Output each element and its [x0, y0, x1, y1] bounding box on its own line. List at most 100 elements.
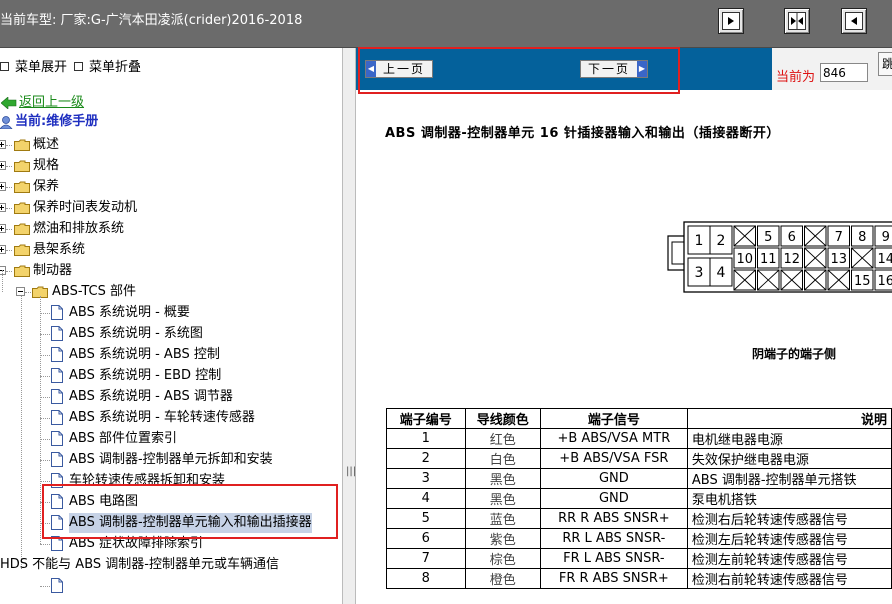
navigation-pane: 菜单展开 菜单折叠 返回上一级 当前:维修手册 概述 规格 保养 保养时间表发动…	[0, 48, 342, 604]
document-icon	[51, 578, 63, 593]
prev-page-button[interactable]: ◀ 上一页	[365, 60, 433, 78]
tree-document-row[interactable]: ABS 电路图	[0, 492, 342, 512]
table-cell: 7	[386, 548, 466, 569]
table-cell: RR L ABS SNSR-	[539, 528, 688, 549]
menu-bar: 菜单展开 菜单折叠	[0, 54, 342, 75]
connector-pin	[851, 247, 874, 269]
arrow-right-icon: ▶	[637, 61, 647, 77]
connector-pin: 7	[827, 225, 850, 247]
table-row: 2 白色 +B ABS/VSA FSR 失效保护继电器电源	[386, 448, 892, 469]
connector-caption: 阴端子的端子侧	[752, 347, 837, 361]
document-icon	[51, 305, 63, 320]
menu-expand-button[interactable]: 菜单展开	[0, 56, 67, 75]
tree-document-row[interactable]: ABS 部件位置索引	[0, 429, 342, 449]
tree-back-row[interactable]: 返回上一级	[0, 93, 342, 113]
svg-text:5: 5	[764, 230, 772, 245]
table-cell: 黑色	[464, 488, 541, 509]
tree-document-row[interactable]: ABS 系统说明 - 车轮转速传感器	[0, 408, 342, 428]
table-cell: GND	[539, 488, 688, 509]
tree-folder-row[interactable]: 保养时间表发动机	[0, 198, 342, 218]
pane-left-icon	[722, 12, 740, 30]
square-icon	[0, 62, 9, 71]
pane-right-icon	[845, 12, 863, 30]
document-icon	[51, 410, 63, 425]
go-page-button[interactable]: 跳	[878, 52, 892, 76]
layout-split-button[interactable]	[784, 8, 810, 34]
tree-document-row[interactable]: ABS 调制器-控制器单元拆卸和安装	[0, 450, 342, 470]
menu-collapse-button[interactable]: 菜单折叠	[74, 56, 141, 75]
svg-text:15: 15	[854, 274, 871, 289]
tree-document-row[interactable]	[0, 576, 342, 596]
svg-text:11: 11	[760, 252, 777, 267]
tree-subfolder-row[interactable]: ABS-TCS 部件	[0, 270, 342, 302]
tree-document-label: ABS 系统说明 - EBD 控制	[69, 368, 222, 383]
connector-pin: 3	[687, 257, 711, 287]
svg-text:4: 4	[717, 265, 726, 281]
tree-document-row[interactable]: ABS 系统说明 - ABS 调节器	[0, 387, 342, 407]
tree-document-label-selected: ABS 调制器-控制器单元输入和输出插接器	[69, 513, 312, 533]
tree-subfolder-label: ABS-TCS 部件	[52, 284, 136, 299]
tree-folder-row[interactable]: 规格	[0, 156, 342, 176]
current-page-label: 当前为	[776, 70, 816, 85]
next-page-button[interactable]: 下一页 ▶	[580, 60, 648, 78]
table-header-cell: 说明	[686, 408, 892, 429]
svg-text:12: 12	[783, 252, 800, 267]
back-link[interactable]: 返回上一级	[19, 93, 84, 113]
tree-document-row[interactable]: ABS 调制器-控制器单元输入和输出插接器	[0, 513, 342, 533]
connector-pin: 15	[851, 269, 874, 291]
tree-document-row[interactable]: ABS 系统说明 - 系统图	[0, 324, 342, 344]
layout-left-button[interactable]	[718, 8, 744, 34]
tree-folder-row[interactable]: 燃油和排放系统	[0, 219, 342, 239]
table-cell: 失效保护继电器电源	[686, 448, 892, 469]
table-cell: 8	[386, 568, 466, 589]
table-row: 3 黑色 GND ABS 调制器-控制器单元搭铁	[386, 468, 892, 489]
tree-document-row[interactable]: ABS 系统说明 - 概要	[0, 303, 342, 323]
tree-folder-row[interactable]: HDS 不能与 ABS 调制器-控制器单元或车辆通信	[0, 555, 342, 575]
svg-text:14: 14	[877, 252, 892, 267]
tree-document-row[interactable]: ABS 症状故障排除索引	[0, 534, 342, 554]
tree-document-label: ABS 症状故障排除索引	[69, 536, 203, 551]
tree-folder-row[interactable]: 制动器	[0, 261, 342, 281]
document-icon	[51, 347, 63, 362]
tree-document-row[interactable]: ABS 系统说明 - EBD 控制	[0, 366, 342, 386]
table-cell: 蓝色	[464, 508, 541, 529]
table-cell: 棕色	[464, 548, 541, 569]
table-header-cell: 端子信号	[539, 408, 688, 429]
user-manual-icon	[0, 116, 13, 129]
title-bar: 当前车型: 厂家:G-广汽本田凌派(crider)2016-2018	[0, 0, 892, 48]
tree-document-label: ABS 调制器-控制器单元拆卸和安装	[69, 452, 273, 467]
document-pane: ◀ 上一页 下一页 ▶ 当前为 跳 ABS 调制器-控制器单元 16 针插接器输…	[356, 48, 892, 604]
svg-text:16: 16	[877, 274, 892, 289]
current-page-input[interactable]	[820, 63, 868, 82]
tree-document-label: ABS 系统说明 - ABS 调节器	[69, 389, 233, 404]
connector-pin	[733, 269, 756, 291]
document-icon	[51, 473, 63, 488]
table-cell: 2	[386, 448, 466, 469]
page-indicator: 当前为 跳	[772, 48, 892, 90]
connector-pin: 11	[757, 247, 780, 269]
tree-folder-label: 燃油和排放系统	[33, 221, 125, 236]
layout-right-button[interactable]	[841, 8, 867, 34]
table-cell: ABS 调制器-控制器单元搭铁	[686, 468, 892, 489]
tree-document-row[interactable]: 车轮转速传感器拆卸和安装	[0, 471, 342, 491]
tree-folder-row[interactable]: 保养	[0, 177, 342, 197]
folder-icon	[14, 160, 30, 172]
table-row: 8 橙色 FR R ABS SNSR+ 检测右前轮转速传感器信号	[386, 568, 892, 589]
folder-icon	[14, 139, 30, 151]
table-cell: GND	[539, 468, 688, 489]
tree-folder-row[interactable]: 概述	[0, 135, 342, 155]
tree-folder-row[interactable]: 悬架系统	[0, 240, 342, 260]
svg-text:7: 7	[835, 230, 843, 245]
tree-document-label: ABS 系统说明 - 概要	[69, 305, 190, 320]
document-icon	[51, 389, 63, 404]
square-icon	[74, 62, 83, 71]
pane-splitter[interactable]: |||	[342, 48, 356, 604]
collapse-icon[interactable]	[16, 287, 25, 296]
connector-pin: 13	[827, 247, 850, 269]
svg-text:13: 13	[830, 252, 847, 267]
tree-document-row[interactable]: ABS 系统说明 - ABS 控制	[0, 345, 342, 365]
document-icon	[51, 452, 63, 467]
table-row: 4 黑色 GND 泵电机搭铁	[386, 488, 892, 509]
connector-pin: 4	[709, 257, 733, 287]
connector-pin: 12	[780, 247, 803, 269]
